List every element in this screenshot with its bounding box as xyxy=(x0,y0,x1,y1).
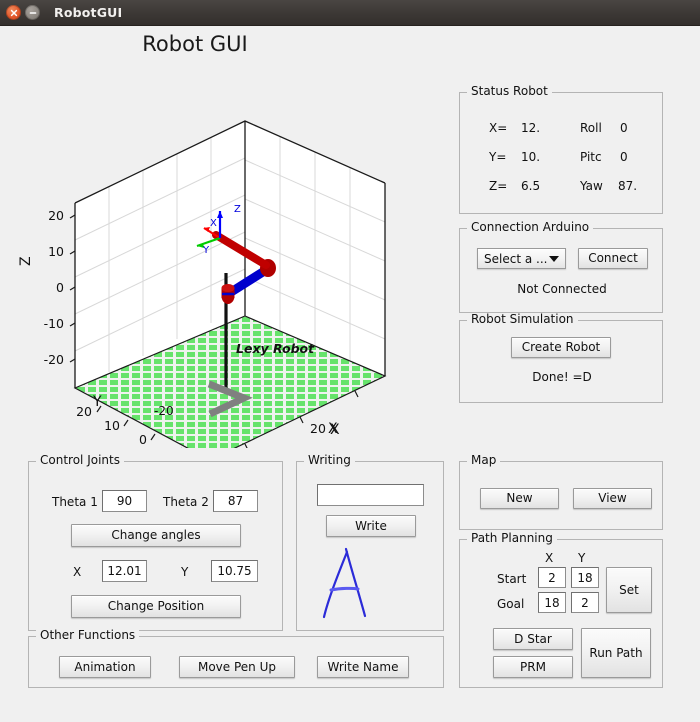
path-planning-panel: Path Planning X Y Start 2 18 Goal 18 2 S… xyxy=(459,532,663,688)
change-position-button[interactable]: Change Position xyxy=(71,595,241,618)
status-roll-label: Roll xyxy=(580,121,602,135)
svg-text:10: 10 xyxy=(48,244,64,259)
map-view-button[interactable]: View xyxy=(573,488,652,509)
prm-button[interactable]: PRM xyxy=(493,656,573,678)
status-robot-panel: Status Robot X= 12. Roll 0 Y= 10. Pitc 0… xyxy=(459,85,663,214)
page-title: Robot GUI xyxy=(142,32,248,56)
robot-3d-plot[interactable]: X Y Z Lexy Robot 20 10 0 -10 -20 Z 20 10… xyxy=(0,58,420,448)
control-x-input[interactable]: 12.01 xyxy=(102,560,147,582)
goal-y-input[interactable]: 2 xyxy=(571,592,599,613)
robot-name-label: Lexy Robot xyxy=(236,341,315,356)
map-new-button[interactable]: New xyxy=(480,488,559,509)
create-robot-button[interactable]: Create Robot xyxy=(511,337,611,358)
axis-z-label: Z xyxy=(18,256,34,266)
set-button[interactable]: Set xyxy=(606,567,652,613)
close-icon[interactable] xyxy=(6,5,21,20)
simulation-status-label: Done! =D xyxy=(532,370,592,384)
control-x-label: X xyxy=(73,565,82,579)
letter-preview xyxy=(315,544,425,624)
connection-status-label: Not Connected xyxy=(517,282,607,296)
frame-z-label: Z xyxy=(234,204,241,215)
svg-text:20: 20 xyxy=(76,404,92,419)
status-roll-value: 0 xyxy=(620,121,628,135)
path-planning-legend: Path Planning xyxy=(467,532,557,544)
goal-x-input[interactable]: 18 xyxy=(538,592,566,613)
writing-legend: Writing xyxy=(304,454,355,466)
connection-arduino-legend: Connection Arduino xyxy=(467,221,594,233)
write-name-button[interactable]: Write Name xyxy=(317,656,409,678)
svg-text:0: 0 xyxy=(56,280,64,295)
map-panel: Map New View xyxy=(459,454,663,530)
status-x-value: 12. xyxy=(521,121,541,135)
plot-canvas: X Y Z Lexy Robot 20 10 0 -10 -20 Z 20 10… xyxy=(18,120,387,448)
other-functions-legend: Other Functions xyxy=(36,629,140,641)
port-select-dropdown[interactable]: Select a ... xyxy=(477,248,566,269)
frame-y-label: Y xyxy=(202,245,210,256)
status-z-value: 6.5 xyxy=(521,179,541,193)
theta2-input[interactable]: 87 xyxy=(213,490,258,512)
connection-arduino-panel: Connection Arduino Select a ... Connect … xyxy=(459,221,663,313)
svg-text:0: 0 xyxy=(139,432,147,447)
control-y-input[interactable]: 10.75 xyxy=(211,560,258,582)
status-pitch-label: Pitc xyxy=(580,150,602,164)
move-pen-up-button[interactable]: Move Pen Up xyxy=(179,656,295,678)
start-x-input[interactable]: 2 xyxy=(538,567,566,588)
write-button[interactable]: Write xyxy=(326,515,416,537)
status-yaw-label: Yaw xyxy=(580,179,603,193)
path-col-x-label: X xyxy=(545,551,554,565)
dstar-button[interactable]: D Star xyxy=(493,628,573,650)
writing-panel: Writing Write xyxy=(296,454,444,631)
status-robot-legend: Status Robot xyxy=(467,85,552,97)
svg-text:20: 20 xyxy=(48,208,64,223)
start-y-input[interactable]: 18 xyxy=(571,567,599,588)
control-joints-panel: Control Joints Theta 1 90 Theta 2 87 Cha… xyxy=(28,454,283,631)
writing-text-input[interactable] xyxy=(317,484,424,506)
window-titlebar: RobotGUI xyxy=(0,0,700,26)
axis-y-tick-minus20: -20 xyxy=(154,404,174,418)
goal-label: Goal xyxy=(497,597,525,611)
axis-x-label-text: X xyxy=(328,421,338,437)
theta2-label: Theta 2 xyxy=(163,495,209,509)
theta1-input[interactable]: 90 xyxy=(102,490,147,512)
control-joints-legend: Control Joints xyxy=(36,454,124,466)
robot-simulation-panel: Robot Simulation Create Robot Done! =D xyxy=(459,313,663,403)
status-yaw-value: 87. xyxy=(618,179,638,193)
animation-button[interactable]: Animation xyxy=(59,656,151,678)
run-path-button[interactable]: Run Path xyxy=(581,628,651,678)
minimize-icon[interactable] xyxy=(25,5,40,20)
chevron-down-icon xyxy=(549,255,559,262)
other-functions-panel: Other Functions Animation Move Pen Up Wr… xyxy=(28,629,444,688)
svg-text:-20: -20 xyxy=(44,352,64,367)
start-label: Start xyxy=(497,572,527,586)
svg-text:20: 20 xyxy=(310,421,326,436)
robot-simulation-legend: Robot Simulation xyxy=(467,313,578,325)
window-title: RobotGUI xyxy=(54,5,123,20)
svg-text:-10: -10 xyxy=(158,445,178,448)
connect-button[interactable]: Connect xyxy=(578,248,648,269)
theta1-label: Theta 1 xyxy=(52,495,98,509)
path-col-y-label: Y xyxy=(578,551,586,565)
svg-text:-10: -10 xyxy=(44,316,64,331)
frame-x-label: X xyxy=(210,218,217,229)
axis-y-label: Y xyxy=(92,394,102,410)
status-z-label: Z= xyxy=(489,179,508,193)
status-pitch-value: 0 xyxy=(620,150,628,164)
status-y-value: 10. xyxy=(521,150,541,164)
status-y-label: Y= xyxy=(489,150,507,164)
port-select-value: Select a ... xyxy=(484,251,548,266)
change-angles-button[interactable]: Change angles xyxy=(71,524,241,547)
svg-text:10: 10 xyxy=(104,418,120,433)
map-legend: Map xyxy=(467,454,501,466)
status-x-label: X= xyxy=(489,121,508,135)
control-y-label: Y xyxy=(181,565,189,579)
